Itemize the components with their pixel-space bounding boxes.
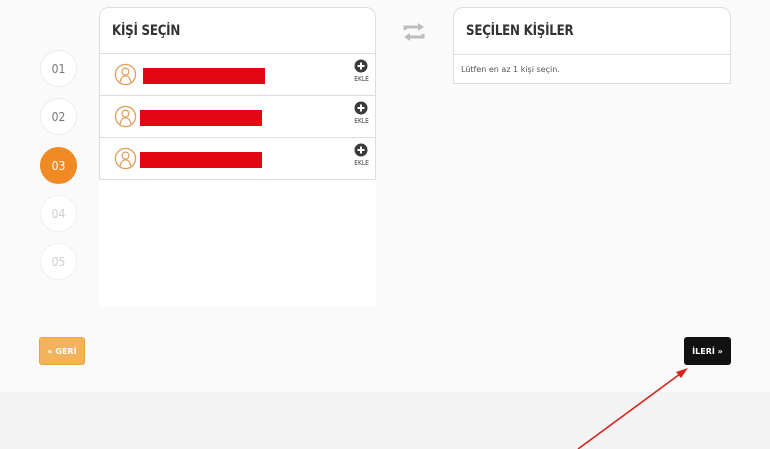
plus-circle-icon — [354, 143, 368, 157]
step-2-label: 02 — [51, 109, 66, 124]
redacted-name — [143, 68, 265, 84]
step-1-label: 01 — [51, 61, 66, 76]
step-4[interactable]: 04 — [40, 195, 77, 232]
selected-people-title: SEÇİLEN KİŞİLER — [466, 23, 574, 39]
user-avatar-icon — [114, 105, 137, 128]
add-person-button[interactable]: EKLE — [353, 101, 369, 125]
plus-circle-icon — [354, 101, 368, 115]
back-button[interactable]: « GERİ — [39, 337, 85, 365]
footer-band — [0, 392, 770, 449]
add-person-button[interactable]: EKLE — [353, 143, 369, 167]
person-row: EKLE — [99, 96, 376, 138]
redacted-name — [140, 110, 262, 126]
step-5-label: 05 — [51, 254, 66, 269]
redacted-name — [140, 152, 262, 168]
user-avatar-icon — [114, 147, 137, 170]
user-avatar-icon — [114, 63, 137, 86]
step-2[interactable]: 02 — [40, 98, 77, 135]
add-person-label: EKLE — [354, 75, 369, 83]
swap-arrows-icon[interactable] — [401, 22, 427, 42]
person-select-panel: KİŞİ SEÇİN EKLE EKLE EKLE — [99, 7, 376, 307]
step-5[interactable]: 05 — [40, 243, 77, 280]
step-3-label: 03 — [51, 158, 66, 173]
add-person-label: EKLE — [354, 159, 369, 167]
person-row: EKLE — [99, 54, 376, 96]
step-3-active[interactable]: 03 — [40, 147, 77, 184]
selected-people-header: SEÇİLEN KİŞİLER — [454, 8, 730, 55]
selection-hint: Lütfen en az 1 kişi seçin. — [461, 64, 560, 74]
person-select-header: KİŞİ SEÇİN — [99, 7, 376, 54]
add-person-button[interactable]: EKLE — [353, 59, 369, 83]
step-1[interactable]: 01 — [40, 50, 77, 87]
person-row: EKLE — [99, 138, 376, 180]
selected-people-panel: SEÇİLEN KİŞİLER Lütfen en az 1 kişi seçi… — [453, 7, 731, 84]
step-4-label: 04 — [51, 206, 66, 221]
add-person-label: EKLE — [354, 117, 369, 125]
plus-circle-icon — [354, 59, 368, 73]
next-button[interactable]: İLERİ » — [684, 337, 731, 365]
person-select-title: KİŞİ SEÇİN — [112, 22, 181, 39]
